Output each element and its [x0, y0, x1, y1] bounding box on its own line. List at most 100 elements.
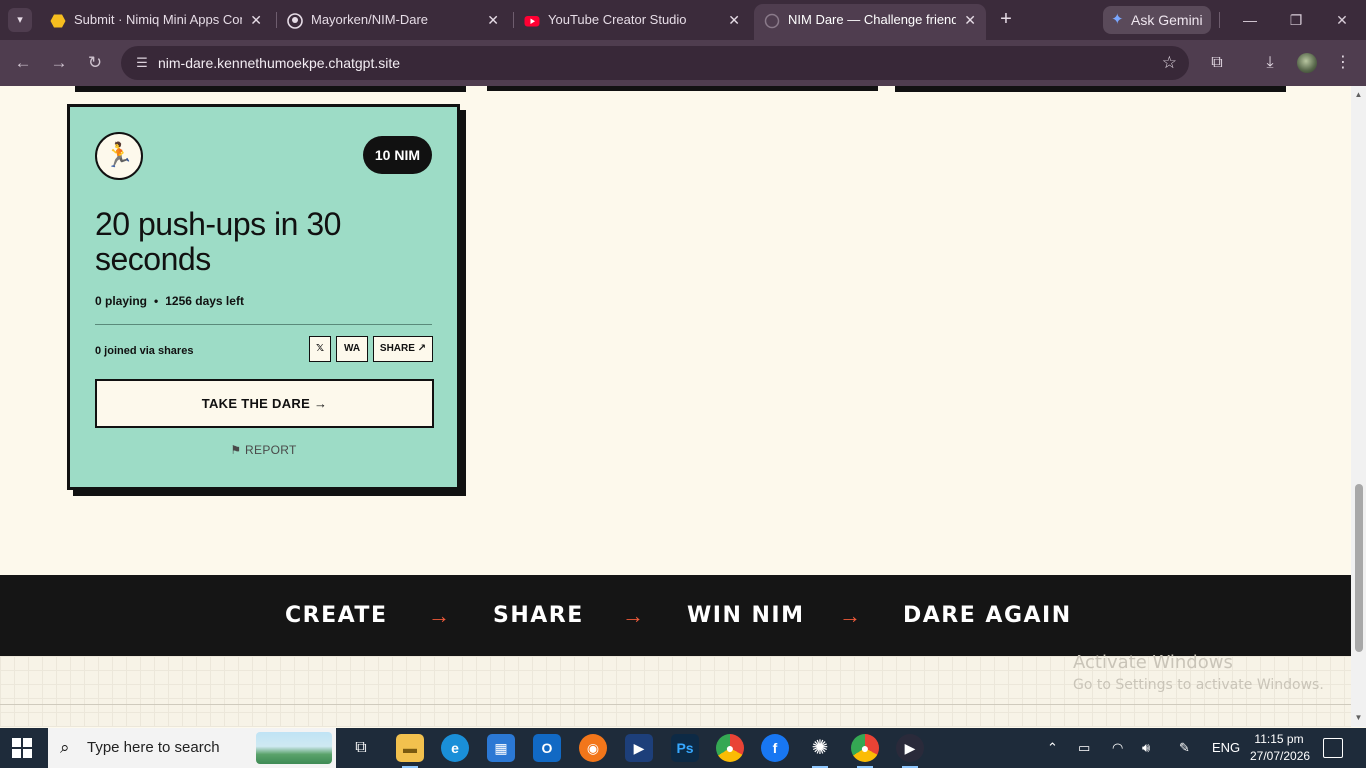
card-divider — [95, 324, 432, 325]
scroll-thumb[interactable] — [1355, 484, 1363, 652]
close-tab-icon[interactable]: ✕ — [487, 4, 499, 36]
tab-nim-dare[interactable]: NIM Dare — Challenge friends ✕ — [754, 4, 986, 40]
close-tab-icon[interactable]: ✕ — [250, 4, 262, 36]
step-win-nim: WIN NIM — [687, 603, 805, 628]
photoshop-icon[interactable]: Ps — [671, 734, 699, 762]
back-icon[interactable]: ← — [11, 51, 35, 75]
watermark-title: Activate Windows — [1073, 652, 1233, 673]
outlook-icon[interactable]: O — [533, 734, 561, 762]
footer-divider — [0, 704, 1351, 705]
share-whatsapp-button[interactable]: WA — [336, 336, 368, 362]
tab-title: YouTube Creator Studio — [548, 12, 687, 27]
minimize-icon[interactable]: — — [1238, 8, 1262, 32]
wifi-icon[interactable]: ◠ — [1112, 728, 1123, 768]
youtube-icon — [524, 16, 540, 27]
search-highlight-image — [256, 732, 332, 764]
scroll-down-icon[interactable]: ▼ — [1351, 711, 1366, 725]
share-button[interactable]: SHARE ↗ — [373, 336, 433, 362]
tab-search-dropdown-icon[interactable]: ▾ — [8, 8, 32, 32]
page-content: 🏃 10 NIM 20 push-ups in 30 seconds 0 pla… — [0, 86, 1351, 727]
joined-via-shares: 0 joined via shares — [95, 345, 194, 357]
dare-title: 20 push-ups in 30 seconds — [95, 206, 341, 277]
github-icon — [287, 13, 303, 29]
ask-gemini-label: Ask Gemini — [1131, 12, 1203, 28]
task-view-icon[interactable]: ⧉ — [347, 734, 375, 762]
how-it-works-band: CREATE → SHARE → WIN NIM → DARE AGAIN — [0, 575, 1351, 656]
days-left: 1256 days left — [165, 294, 244, 308]
chrome-icon[interactable]: ● — [716, 734, 744, 762]
taskbar-search-box[interactable]: ⌕ Type here to search — [48, 728, 336, 768]
edge-icon[interactable]: e — [441, 734, 469, 762]
gemini-sparkle-icon: ✦ — [1111, 11, 1124, 28]
tab-title: Submit · Nimiq Mini Apps Comp — [74, 12, 242, 27]
windows-start-icon[interactable] — [12, 738, 32, 758]
bookmark-star-icon[interactable]: ☆ — [1162, 46, 1177, 80]
chrome-profile-icon[interactable]: ● — [851, 734, 879, 762]
tab-github[interactable]: Mayorken/NIM-Dare ✕ — [277, 4, 509, 40]
battery-icon[interactable]: ▭ — [1078, 728, 1090, 768]
close-tab-icon[interactable]: ✕ — [964, 4, 976, 36]
media-player-icon[interactable]: ▶ — [896, 734, 924, 762]
extensions-icon[interactable]: ⧉ — [1205, 51, 1229, 75]
microsoft-store-icon[interactable]: ▦ — [487, 734, 515, 762]
input-language[interactable]: ENG — [1212, 728, 1240, 768]
share-x-button[interactable]: 𝕏 — [309, 336, 331, 362]
forward-icon[interactable]: → — [47, 51, 71, 75]
chatgpt-icon[interactable]: ✺ — [806, 734, 834, 762]
new-tab-icon[interactable]: + — [994, 8, 1018, 32]
facebook-icon[interactable]: f — [761, 734, 789, 762]
activate-windows-watermark: Activate Windows Go to Settings to activ… — [1073, 652, 1324, 693]
show-hidden-icons-icon[interactable]: ⌃ — [1047, 728, 1058, 768]
zoom-icon[interactable]: ▶ — [625, 734, 653, 762]
address-bar[interactable]: ☰ nim-dare.kennethumoekpe.chatgpt.site ☆ — [121, 46, 1189, 80]
search-icon: ⌕ — [60, 738, 70, 757]
file-explorer-icon[interactable]: ▬ — [396, 734, 424, 762]
search-placeholder: Type here to search — [87, 739, 220, 756]
step-arrow: → — [428, 603, 450, 628]
profile-avatar[interactable] — [1297, 53, 1317, 73]
playing-count: 0 playing — [95, 294, 148, 308]
tab-youtube-studio[interactable]: YouTube Creator Studio ✕ — [514, 4, 750, 40]
clock-date: 27/07/2026 — [1250, 749, 1311, 763]
close-tab-icon[interactable]: ✕ — [728, 4, 740, 36]
previous-card-edge — [487, 86, 878, 91]
tab-title: Mayorken/NIM-Dare — [311, 12, 429, 27]
step-dare-again: DARE AGAIN — [903, 603, 1072, 628]
restore-icon[interactable]: ❐ — [1284, 8, 1308, 32]
volume-icon[interactable]: 🔊︎ — [1142, 728, 1150, 768]
menu-kebab-icon[interactable]: ⋮ — [1331, 51, 1355, 75]
notifications-icon[interactable] — [1323, 738, 1343, 758]
tab-nimiq-submit[interactable]: Submit · Nimiq Mini Apps Comp ✕ — [40, 4, 272, 40]
reload-icon[interactable]: ↻ — [83, 51, 107, 75]
clock-time: 11:15 pm — [1254, 732, 1304, 746]
step-create: CREATE — [285, 603, 388, 628]
step-arrow: → — [622, 603, 644, 628]
watermark-subtitle: Go to Settings to activate Windows. — [1073, 677, 1324, 693]
scroll-up-icon[interactable]: ▲ — [1351, 88, 1366, 102]
windows-taskbar: ⌕ Type here to search ⧉ ▬ e ▦ O ◉ ▶ Ps ●… — [0, 728, 1366, 768]
nimiq-hexagon-icon — [50, 14, 66, 28]
ask-gemini-button[interactable]: ✦ Ask Gemini — [1103, 6, 1211, 34]
dare-card: 🏃 10 NIM 20 push-ups in 30 seconds 0 pla… — [67, 104, 460, 490]
page-scrollbar[interactable]: ▲ ▼ — [1351, 86, 1366, 727]
previous-card-edge — [895, 86, 1286, 92]
report-link[interactable]: ⚑ REPORT — [70, 443, 457, 457]
meta-separator: • — [154, 294, 159, 308]
dare-emoji-avatar: 🏃 — [95, 132, 143, 180]
firefox-icon[interactable]: ◉ — [579, 734, 607, 762]
dare-meta: 0 playing • 1256 days left — [95, 294, 244, 308]
site-settings-icon[interactable]: ☰ — [133, 54, 151, 72]
browser-toolbar: ← → ↻ ☰ nim-dare.kennethumoekpe.chatgpt.… — [0, 40, 1366, 86]
take-the-dare-button[interactable]: TAKE THE DARE → — [95, 379, 434, 428]
close-window-icon[interactable]: ✕ — [1330, 8, 1354, 32]
tab-separator — [1219, 12, 1220, 28]
step-share: SHARE — [493, 603, 584, 628]
globe-icon — [764, 13, 780, 29]
url-text[interactable]: nim-dare.kennethumoekpe.chatgpt.site — [158, 46, 400, 80]
browser-tab-bar: ▾ Submit · Nimiq Mini Apps Comp ✕ Mayork… — [0, 0, 1366, 40]
previous-card-edge — [75, 86, 466, 92]
pen-icon[interactable]: ✎ — [1179, 728, 1190, 768]
system-clock[interactable]: 11:15 pm 27/07/2026 — [1250, 731, 1311, 765]
tab-title: NIM Dare — Challenge friends — [788, 12, 956, 27]
download-icon[interactable]: ⤓ — [1258, 51, 1282, 75]
